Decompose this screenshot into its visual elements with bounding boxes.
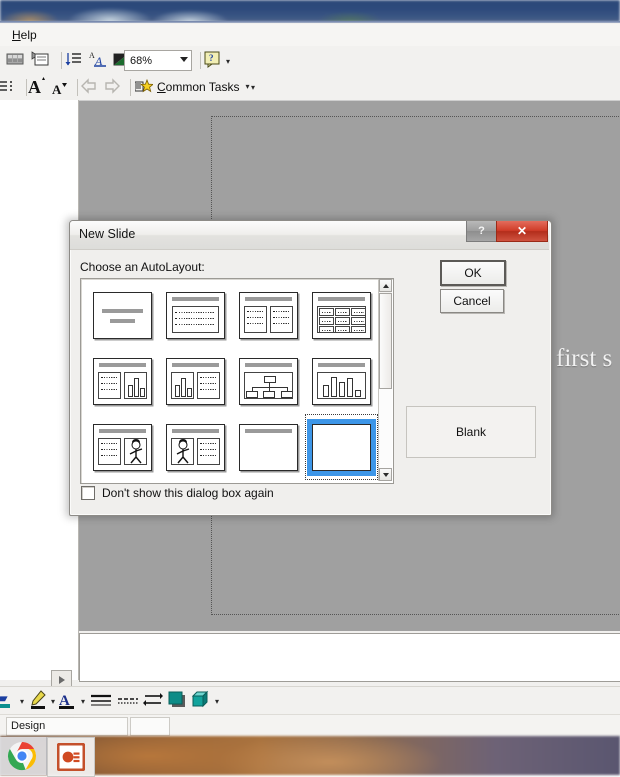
slide-sorter-icon[interactable] [6, 50, 25, 68]
autolayout-option-2-column-text[interactable] [232, 282, 305, 348]
autolayout-option-clip-art-and-text[interactable] [159, 414, 232, 480]
dash-style-icon[interactable] [117, 692, 139, 708]
shadow-style-icon[interactable] [167, 690, 187, 710]
taskbar-chrome[interactable] [0, 737, 47, 775]
thumbnail-organization-chart [239, 357, 298, 405]
zoom-combobox[interactable]: 68% [124, 50, 192, 71]
status-design-field[interactable]: Design [6, 717, 128, 736]
autolayout-option-organization-chart[interactable] [232, 348, 305, 414]
toolbar-separator-2 [200, 52, 201, 69]
menu-item-help[interactable]: Help [7, 26, 42, 44]
thumbnail-clip-art-and-text [166, 423, 225, 471]
common-tasks-dropdown-icon[interactable]: ▾ [245, 82, 249, 91]
outline-collapse-icon[interactable] [0, 77, 18, 95]
toolbar-overflow-icon[interactable]: ▾ [251, 84, 255, 92]
dialog-help-button[interactable]: ? [466, 221, 497, 242]
increase-font-size-icon[interactable]: A [27, 76, 47, 97]
line-color-icon[interactable] [29, 690, 47, 710]
thumbnail-text-and-clip-art [93, 423, 152, 471]
autolayout-option-title-slide[interactable] [86, 282, 159, 348]
autolayout-option-bulleted-list[interactable] [159, 282, 232, 348]
taskbar-powerpoint[interactable] [47, 737, 95, 777]
notes-pane[interactable] [79, 633, 620, 682]
layout-preview: Blank [406, 406, 536, 458]
arrow-style-icon[interactable] [143, 690, 163, 710]
fill-color-icon[interactable]: ▰ [0, 690, 16, 710]
3d-style-dropdown-icon[interactable]: ▾ [215, 698, 219, 706]
scroll-down-button[interactable] [379, 468, 392, 481]
triangle-down-icon [382, 472, 389, 477]
scrollbar-track[interactable] [379, 389, 392, 468]
common-tasks-button[interactable]: Common Tasks ▾ [131, 76, 254, 97]
promote-arrow-icon[interactable] [80, 78, 98, 94]
help-question-icon[interactable]: ? [203, 50, 222, 68]
menubar [0, 24, 620, 47]
autolayout-option-chart-and-text[interactable] [159, 348, 232, 414]
svg-text:A: A [28, 77, 41, 96]
triangle-right-icon [58, 675, 65, 684]
thumbnail-blank [312, 423, 371, 471]
autolayout-option-text-and-chart[interactable] [86, 348, 159, 414]
autolayout-label: Choose an AutoLayout: [80, 260, 205, 274]
thumbnail-bulleted-list [166, 291, 225, 339]
toolbar-separator-4 [77, 79, 78, 96]
scrollbar-thumb[interactable] [379, 293, 392, 389]
font-color-icon[interactable]: AA [89, 50, 108, 68]
decrease-font-size-icon[interactable]: A [51, 80, 69, 97]
scroll-up-button[interactable] [379, 279, 392, 292]
autolayout-grid [82, 280, 378, 480]
3d-style-icon[interactable] [191, 690, 211, 710]
thumbnail-table [312, 291, 371, 339]
notes-page-icon[interactable] [31, 50, 50, 68]
dont-show-again-row[interactable]: Don't show this dialog box again [81, 486, 274, 500]
layout-preview-label: Blank [455, 425, 487, 439]
fill-color-dropdown-icon[interactable]: ▾ [20, 698, 24, 706]
font-color-dropdown-icon[interactable]: ▾ [81, 698, 85, 706]
thumbnail-text-and-chart [93, 357, 152, 405]
ok-button[interactable]: OK [440, 260, 506, 286]
help-dropdown-arrow-icon[interactable]: ▾ [226, 58, 230, 66]
cancel-button[interactable]: Cancel [440, 289, 504, 313]
close-icon[interactable]: ✕ [496, 221, 548, 242]
svg-text:?: ? [209, 53, 214, 63]
layout-scrollbar[interactable] [378, 279, 392, 481]
autolayout-option-title-only[interactable] [232, 414, 305, 480]
thumbnail-chart [312, 357, 371, 405]
line-color-dropdown-icon[interactable]: ▾ [51, 698, 55, 706]
menu-help-label: Help [12, 28, 37, 42]
demote-arrow-icon[interactable] [103, 78, 121, 94]
triangle-up-icon [382, 283, 389, 288]
svg-text:▰: ▰ [0, 691, 8, 705]
autolayout-option-blank[interactable] [305, 414, 378, 480]
line-spacing-icon[interactable] [64, 50, 83, 68]
common-tasks-star-icon [134, 78, 155, 95]
toolbar-separator [61, 52, 62, 69]
chevron-down-icon[interactable] [180, 57, 188, 62]
thumbnail-title-slide [93, 291, 152, 339]
common-tasks-label: Common Tasks [157, 79, 240, 94]
dialog-title: New Slide [79, 227, 136, 241]
thumbnail-chart-and-text [166, 357, 225, 405]
autolayout-option-chart[interactable] [305, 348, 378, 414]
dont-show-again-label: Don't show this dialog box again [102, 486, 274, 500]
thumbnail-2-column-text [239, 291, 298, 339]
font-color-icon[interactable]: A [58, 690, 76, 710]
thumbnail-title-only [239, 423, 298, 471]
autolayout-option-text-and-clip-art[interactable] [86, 414, 159, 480]
autolayout-option-table[interactable] [305, 282, 378, 348]
slide-text[interactable]: first s [556, 345, 612, 373]
desktop-wallpaper [0, 0, 620, 22]
zoom-value: 68% [130, 54, 153, 67]
line-style-icon[interactable] [90, 692, 112, 708]
status-secondary-field[interactable] [130, 717, 170, 736]
dont-show-again-checkbox[interactable] [81, 486, 95, 500]
svg-text:A: A [52, 82, 62, 96]
